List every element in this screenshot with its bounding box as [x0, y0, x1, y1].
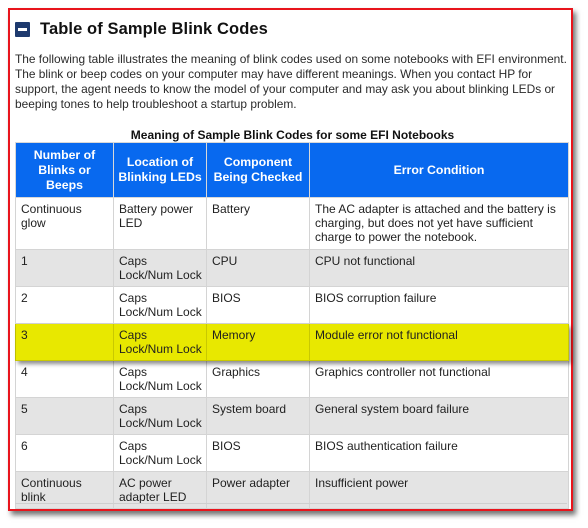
table-header-row: Number of Blinks or Beeps Location of Bl… [15, 142, 569, 198]
table-caption: Meaning of Sample Blink Codes for some E… [130, 128, 455, 142]
cell-condition: CPU not functional [309, 249, 569, 287]
header-location: Location of Blinking LEDs [113, 142, 207, 198]
cell-blinks: 4 [15, 360, 114, 398]
cell-location: Caps Lock/Num Lock [113, 360, 207, 398]
cell-blinks: 5 [15, 397, 114, 435]
cell-condition: BIOS authentication failure [309, 434, 569, 472]
table-row-highlighted: 3 Caps Lock/Num Lock Memory Module error… [15, 323, 569, 361]
table-row: 5 Caps Lock/Num Lock System board Genera… [15, 397, 569, 435]
cell-location: Caps Lock/Num Lock [113, 434, 207, 472]
cell-condition: The AC adapter is attached and the batte… [309, 197, 569, 250]
table-row: 1 Caps Lock/Num Lock CPU CPU not functio… [15, 249, 569, 287]
section-title: Table of Sample Blink Codes [40, 19, 268, 38]
table-row: 2 Caps Lock/Num Lock BIOS BIOS corruptio… [15, 286, 569, 324]
section-divider [15, 503, 567, 504]
cell-location: Battery power LED [113, 197, 207, 250]
cell-component: BIOS [206, 286, 310, 324]
cell-location: Caps Lock/Num Lock [113, 397, 207, 435]
cell-component: Graphics [206, 360, 310, 398]
cell-blinks: 6 [15, 434, 114, 472]
section-header[interactable]: Table of Sample Blink Codes [15, 18, 268, 40]
table-row: Continuous glow Battery power LED Batter… [15, 197, 569, 250]
cell-component: System board [206, 397, 310, 435]
cell-condition: General system board failure [309, 397, 569, 435]
cell-location: Caps Lock/Num Lock [113, 249, 207, 287]
cell-component: Battery [206, 197, 310, 250]
header-condition: Error Condition [309, 142, 569, 198]
cell-component: Memory [206, 323, 310, 361]
cell-condition: Module error not functional [309, 323, 569, 361]
blink-codes-table: Number of Blinks or Beeps Location of Bl… [15, 142, 569, 509]
cell-condition: BIOS corruption failure [309, 286, 569, 324]
cell-blinks: 2 [15, 286, 114, 324]
intro-paragraph: The following table illustrates the mean… [15, 52, 567, 111]
cell-component: BIOS [206, 434, 310, 472]
cell-location: Caps Lock/Num Lock [113, 323, 207, 361]
annotation-frame: Table of Sample Blink Codes The followin… [8, 8, 573, 511]
cell-location: Caps Lock/Num Lock [113, 286, 207, 324]
cell-condition: Graphics controller not functional [309, 360, 569, 398]
minus-square-icon[interactable] [15, 21, 30, 37]
table-row: 6 Caps Lock/Num Lock BIOS BIOS authentic… [15, 434, 569, 472]
table-row: 4 Caps Lock/Num Lock Graphics Graphics c… [15, 360, 569, 398]
cell-blinks: 3 [15, 323, 114, 361]
cell-component: CPU [206, 249, 310, 287]
header-component: Component Being Checked [206, 142, 310, 198]
cell-blinks: Continuous glow [15, 197, 114, 250]
header-blinks: Number of Blinks or Beeps [15, 142, 114, 198]
cell-blinks: 1 [15, 249, 114, 287]
